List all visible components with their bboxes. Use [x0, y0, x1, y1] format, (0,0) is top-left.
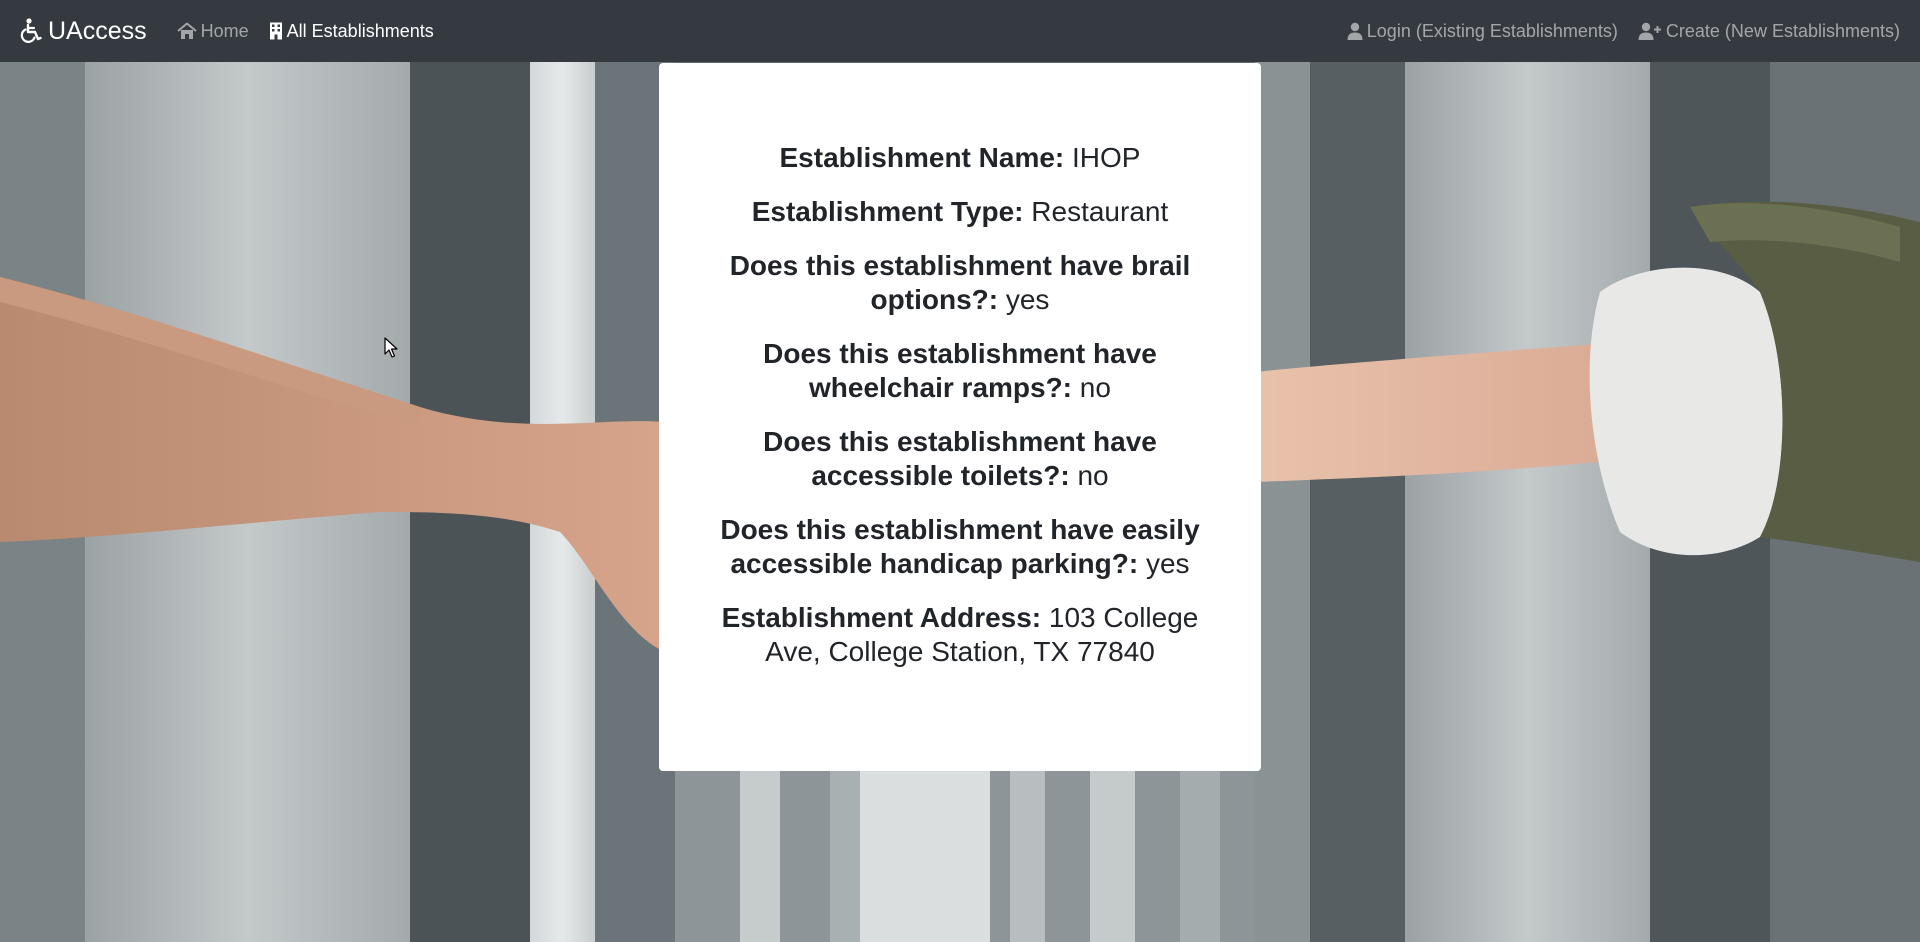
home-icon	[177, 22, 197, 40]
handicap-parking-value: yes	[1145, 548, 1190, 579]
wheelchair-ramps-field: Does this establishment have wheelchair …	[699, 337, 1221, 405]
nav-create[interactable]: Create (New Establishments)	[1638, 21, 1900, 42]
establishment-address-label: Establishment Address:	[721, 602, 1042, 633]
wheelchair-ramps-value: no	[1079, 372, 1111, 403]
nav-home[interactable]: Home	[177, 21, 249, 42]
navbar: UAccess Home All Establishments Login (E…	[0, 0, 1920, 62]
handicap-parking-field: Does this establishment have easily acce…	[699, 513, 1221, 581]
user-icon	[1347, 22, 1363, 40]
establishment-type-label: Establishment Type:	[751, 196, 1024, 227]
brail-options-field: Does this establishment have brail optio…	[699, 249, 1221, 317]
nav-login[interactable]: Login (Existing Establishments)	[1347, 21, 1618, 42]
brand-label: UAccess	[48, 16, 147, 45]
handicap-parking-label: Does this establishment have easily acce…	[720, 514, 1200, 579]
establishment-name-field: Establishment Name: IHOP	[699, 141, 1221, 175]
nav-all-establishments[interactable]: All Establishments	[269, 21, 434, 42]
brand-link[interactable]: UAccess	[20, 17, 147, 46]
accessible-toilets-field: Does this establishment have accessible …	[699, 425, 1221, 493]
nav-right-group: Login (Existing Establishments) Create (…	[1327, 21, 1900, 42]
nav-login-label: Login (Existing Establishments)	[1366, 20, 1618, 41]
brail-options-value: yes	[1005, 284, 1050, 315]
user-plus-icon	[1638, 22, 1662, 40]
accessible-toilets-value: no	[1077, 460, 1109, 491]
establishment-name-label: Establishment Name:	[779, 142, 1065, 173]
nav-all-establishments-label: All Establishments	[286, 20, 434, 41]
wheelchair-icon	[20, 18, 42, 44]
building-icon	[269, 22, 283, 40]
nav-home-label: Home	[200, 20, 249, 41]
establishment-name-value: IHOP	[1072, 142, 1141, 173]
establishment-type-value: Restaurant	[1031, 196, 1169, 227]
establishment-details-card: Establishment Name: IHOP Establishment T…	[659, 63, 1261, 771]
establishment-address-field: Establishment Address: 103 College Ave, …	[699, 601, 1221, 669]
mouse-pointer-icon	[384, 337, 398, 364]
nav-create-label: Create (New Establishments)	[1665, 20, 1900, 41]
brail-options-label: Does this establishment have brail optio…	[729, 250, 1191, 315]
establishment-type-field: Establishment Type: Restaurant	[699, 195, 1221, 229]
